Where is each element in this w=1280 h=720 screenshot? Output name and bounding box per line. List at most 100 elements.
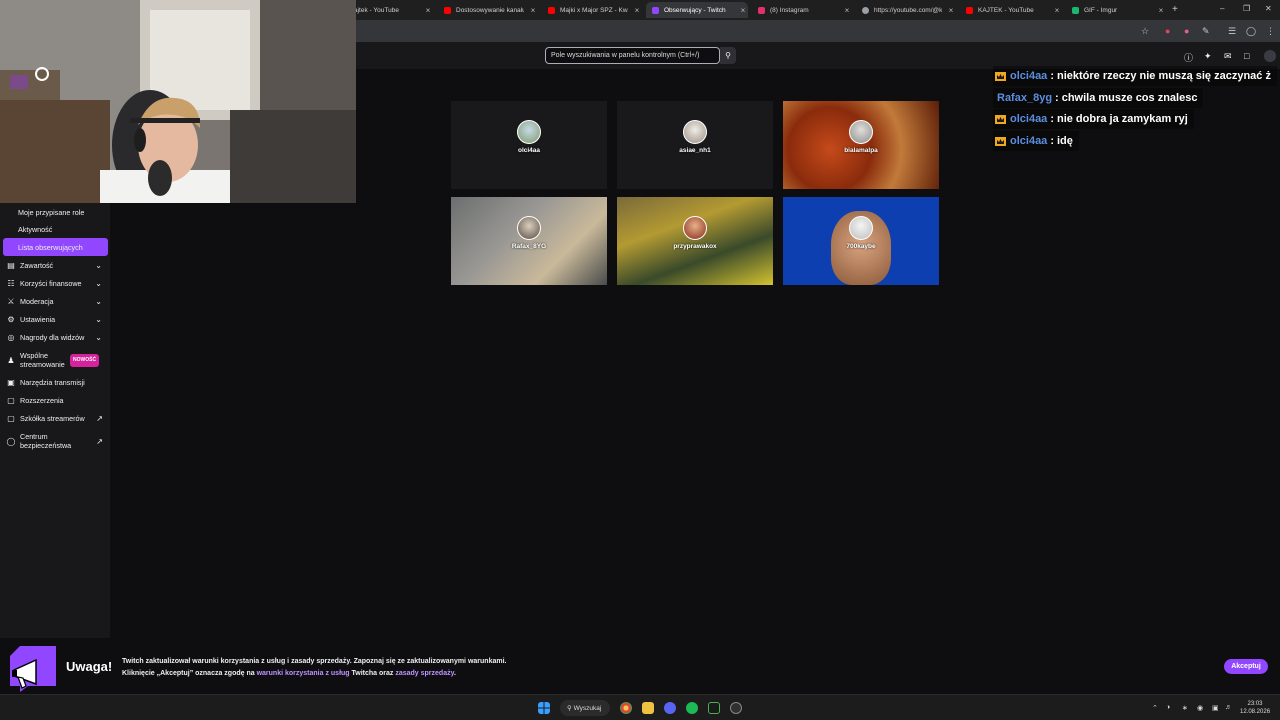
windows-taskbar: ⚲ Wyszukaj ⌃ ◑ ∗ ◉ ▣ ♬ 23:03 12.08.2026	[0, 694, 1280, 720]
close-icon[interactable]: ×	[1156, 6, 1166, 15]
chat-username: Rafax_8yg	[997, 92, 1053, 104]
accept-button[interactable]: Akceptuj	[1224, 659, 1268, 674]
sidebar-item-monetization[interactable]: ☷ Korzyści finansowe ⌄	[0, 274, 110, 292]
discord-icon[interactable]	[664, 702, 676, 714]
sidebar-item-label: Moderacja	[20, 296, 54, 306]
close-icon[interactable]: ×	[738, 6, 748, 15]
browser-tab-active[interactable]: Obserwujący - Twitch ×	[646, 2, 748, 18]
tab-title: (8) Instagram	[770, 6, 809, 14]
chat-separator: :	[1050, 70, 1054, 82]
sidebar-item-followers-list[interactable]: Lista obserwujących	[3, 238, 108, 256]
screen: ajtek - YouTube × Dostosowywanie kanału …	[0, 0, 1280, 720]
sidebar-item-roles[interactable]: Moje przypisane role	[0, 203, 110, 221]
sidebar-item-safety-center[interactable]: ◯ Centrum bezpieczeństwa ↗	[0, 430, 110, 452]
taskbar-search[interactable]: ⚲ Wyszukaj	[560, 700, 610, 716]
tab-title: Obserwujący - Twitch	[664, 6, 726, 14]
banner-title: Uwaga!	[66, 659, 113, 674]
sidebar-item-settings[interactable]: ⚙ Ustawienia ⌄	[0, 310, 110, 328]
help-icon[interactable]: ⓘ	[1184, 51, 1193, 64]
browser-tab[interactable]: Majki x Major SPZ - Kwa ×	[542, 2, 642, 18]
bluetooth-icon[interactable]: ∗	[1182, 704, 1188, 712]
school-icon: ▢	[7, 413, 15, 423]
external-link-icon: ↗	[96, 413, 103, 423]
terms-link[interactable]: warunki korzystania z usług	[257, 670, 350, 677]
close-icon[interactable]: ×	[842, 6, 852, 15]
sales-link[interactable]: zasady sprzedaży	[395, 670, 454, 677]
tray-app-icon[interactable]: ◑	[1166, 704, 1170, 711]
minimize-icon[interactable]: –	[1220, 4, 1224, 13]
follower-tile[interactable]: 700kaybe	[783, 197, 939, 285]
chat-message: olci4aa: nie dobra ja zamykam ryj	[993, 109, 1194, 129]
follower-name: przyprawakox	[673, 243, 717, 250]
microphone-icon[interactable]: ◉	[1197, 704, 1203, 712]
whispers-icon[interactable]: □	[1244, 51, 1249, 61]
browser-tab[interactable]: ajtek - YouTube ×	[348, 2, 433, 18]
follower-name: bialamalpa	[844, 147, 878, 154]
close-icon[interactable]: ×	[423, 6, 433, 15]
close-icon[interactable]: ×	[632, 6, 642, 15]
windows-start-icon[interactable]	[538, 702, 550, 714]
follower-tile[interactable]: bialamalpa	[783, 101, 939, 189]
browser-tab[interactable]: (8) Instagram ×	[752, 2, 852, 18]
taskbar-search-label: Wyszukaj	[573, 705, 602, 712]
tray-chevron-icon[interactable]: ⌃	[1152, 704, 1158, 712]
close-icon[interactable]: ×	[946, 6, 956, 15]
browser-tab[interactable]: GIF - Imgur ×	[1066, 2, 1166, 18]
content-icon: ▤	[7, 260, 15, 270]
close-icon[interactable]: ×	[528, 6, 538, 15]
bookmark-star-icon[interactable]: ☆	[1141, 26, 1149, 37]
restore-icon[interactable]: ❐	[1243, 4, 1250, 13]
follower-tile[interactable]: asiae_nh1	[617, 101, 773, 189]
search-icon[interactable]: ⚲	[720, 47, 736, 64]
inbox-icon[interactable]: ✉	[1224, 51, 1232, 62]
new-badge: NOWOŚĆ	[70, 353, 100, 367]
follower-tile[interactable]: przyprawakox	[617, 197, 773, 285]
extensions-puzzle-icon[interactable]: ✎	[1202, 26, 1210, 37]
sidebar-item-creator-camp[interactable]: ▢ Szkółka streamerów ↗	[0, 409, 110, 427]
youtube-icon	[966, 6, 973, 14]
external-link-icon: ↗	[96, 436, 103, 446]
menu-dots-icon[interactable]: ⋮	[1266, 26, 1275, 37]
follower-tile[interactable]: Rafax_8YG	[451, 197, 607, 285]
dashboard-search-input[interactable]: Pole wyszukiwania w panelu kontrolnym (C…	[545, 47, 720, 64]
spotify-icon[interactable]	[686, 702, 698, 714]
sidebar-item-content[interactable]: ▤ Zawartość ⌄	[0, 256, 110, 274]
sidebar-item-stream-together[interactable]: ♟ Wspólne streamowanie NOWOŚĆ	[0, 349, 110, 371]
chat-separator: :	[1055, 92, 1059, 104]
media-control-icon[interactable]: ☰	[1228, 26, 1236, 37]
profile-icon[interactable]: ◯	[1246, 26, 1256, 37]
extension-icon[interactable]: ●	[1165, 26, 1170, 36]
chat-username: olci4aa	[1010, 70, 1048, 82]
sidebar-item-viewer-rewards[interactable]: ◎ Nagrody dla widzów ⌄	[0, 328, 110, 346]
browser-tab[interactable]: Dostosowywanie kanału ×	[438, 2, 538, 18]
sidebar-item-broadcast-tools[interactable]: ▣ Narzędzia transmisji	[0, 373, 110, 391]
network-icon[interactable]: ▣	[1212, 704, 1219, 712]
crown-icon	[995, 136, 1006, 146]
shield-icon: ◯	[6, 436, 16, 446]
sidebar-item-label: Szkółka streamerów	[20, 413, 85, 423]
banner-text: Twitch zaktualizował warunki korzystania…	[122, 656, 506, 680]
new-tab-button[interactable]: +	[1172, 4, 1178, 15]
browser-tab[interactable]: KAJTEK - YouTube ×	[960, 2, 1062, 18]
sidebar-item-moderation[interactable]: ⚔ Moderacja ⌄	[0, 292, 110, 310]
user-avatar[interactable]	[1264, 50, 1276, 62]
magic-icon[interactable]: ✦	[1204, 51, 1212, 62]
follower-avatar	[683, 216, 707, 240]
sidebar-item-label: Wspólne streamowanie	[20, 351, 65, 369]
sidebar-item-extensions[interactable]: ▢ Rozszerzenia	[0, 391, 110, 409]
follower-tile[interactable]: olci4aa	[451, 101, 607, 189]
browser-tab[interactable]: https://youtube.com/@k ×	[856, 2, 956, 18]
megaphone-icon	[10, 646, 56, 692]
obs-icon[interactable]	[730, 702, 742, 714]
file-explorer-icon[interactable]	[642, 702, 654, 714]
chrome-icon[interactable]	[620, 702, 632, 714]
sidebar-item-activity[interactable]: Aktywność	[0, 220, 110, 238]
banner-line: .	[453, 670, 456, 677]
volume-icon[interactable]: ♬	[1225, 704, 1232, 711]
play-icon[interactable]	[708, 702, 720, 714]
window-close-icon[interactable]: ✕	[1265, 4, 1272, 13]
close-icon[interactable]: ×	[1052, 6, 1062, 15]
taskbar-clock[interactable]: 23:03 12.08.2026	[1240, 700, 1270, 716]
extension-icon[interactable]: ●	[1184, 26, 1189, 36]
banner-line: Twitch zaktualizował warunki korzystania…	[122, 658, 507, 665]
